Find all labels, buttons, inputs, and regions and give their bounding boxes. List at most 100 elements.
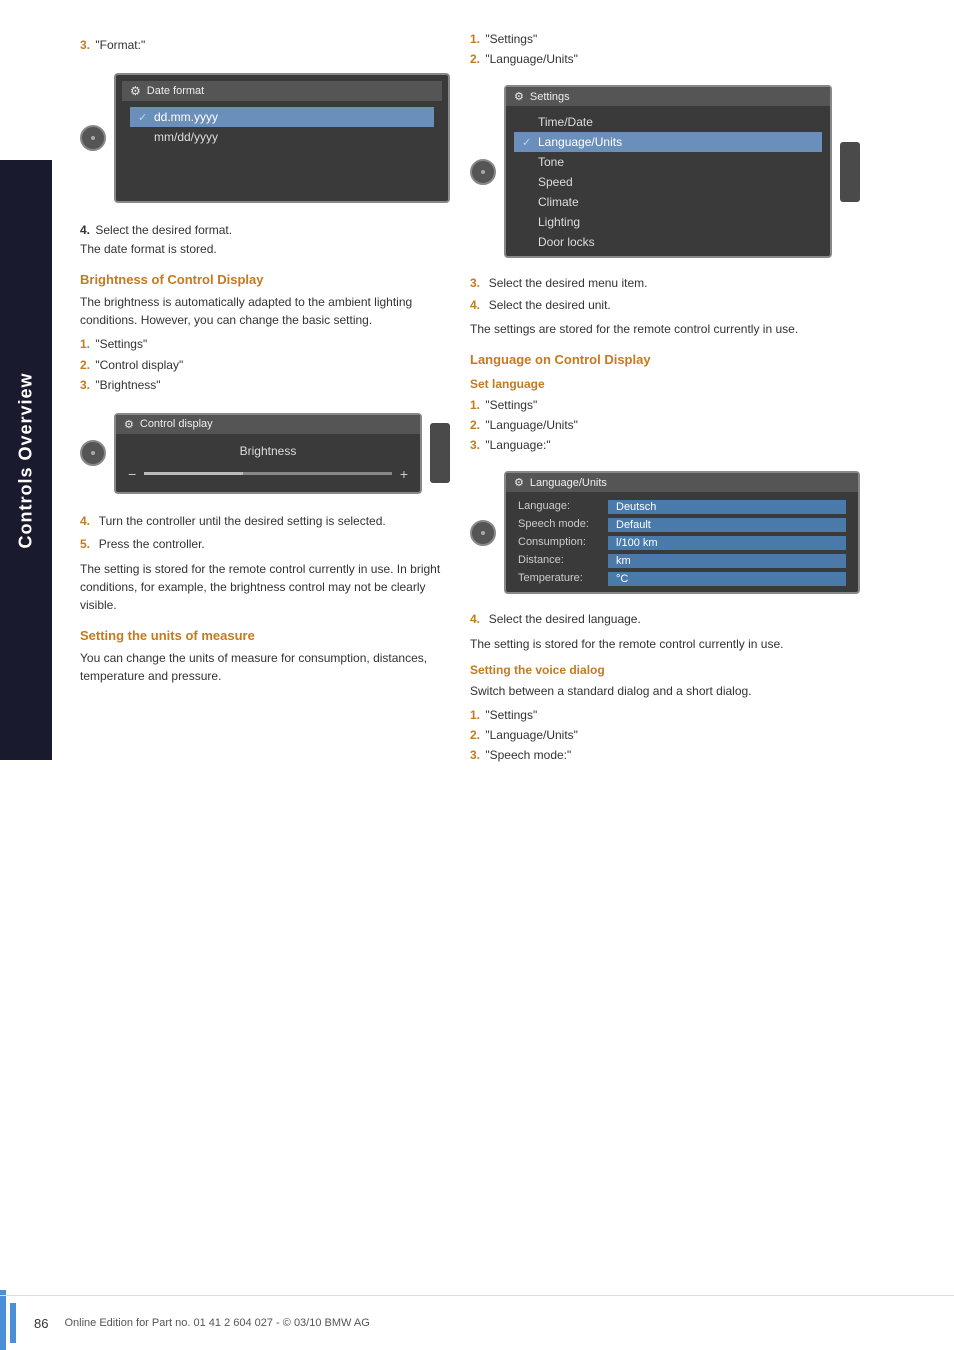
lang-steps: 1. "Settings" 2. "Language/Units" 3. "La…	[470, 396, 860, 456]
date-option-1-text: dd.mm.yyyy	[154, 110, 218, 124]
date-option-2: mm/dd/yyyy	[130, 127, 434, 147]
voice-sub: Setting the voice dialog	[470, 663, 860, 677]
lang-screen-title: Language/Units	[530, 477, 607, 489]
voice-step2: 2. "Language/Units"	[470, 726, 860, 745]
brightness-step5-num: 5.	[80, 537, 90, 551]
right-step3: 3. Select the desired menu item.	[470, 274, 860, 293]
step3-format: 3. "Format:"	[80, 36, 450, 55]
brightness-step1: 1. "Settings"	[80, 335, 450, 354]
voice-steps: 1. "Settings" 2. "Language/Units" 3. "Sp…	[470, 706, 860, 766]
slider-row: − +	[128, 466, 408, 482]
right-step1-num: 1.	[470, 30, 480, 49]
brightness-step2: 2. "Control display"	[80, 356, 450, 375]
knob-left-brightness	[80, 440, 106, 466]
date-format-title: Date format	[147, 85, 204, 97]
control-display-icon: ⚙	[124, 418, 134, 431]
lang-label-speech: Speech mode:	[518, 518, 608, 532]
lang-value-speech: Default	[608, 518, 846, 532]
brightness-header: Brightness of Control Display	[80, 272, 450, 287]
menu-lang-units: ✓Language/Units	[514, 132, 822, 152]
brightness-step1-num: 1.	[80, 335, 90, 354]
date-option-2-text: mm/dd/yyyy	[154, 130, 218, 144]
right-step4-num: 4.	[470, 298, 480, 312]
sidebar-label: Controls Overview	[16, 372, 37, 548]
lang-step3: 3. "Language:"	[470, 436, 860, 455]
lang-value-consumption: l/100 km	[608, 536, 846, 550]
settings-screen: ⚙ Settings Time/Date ✓Language/Units Ton…	[504, 85, 832, 258]
knob-dot-4	[481, 531, 485, 535]
lang-value-distance: km	[608, 554, 846, 568]
brightness-step3-text: "Brightness"	[92, 376, 161, 395]
date-format-title-bar: ⚙ Date format	[122, 81, 442, 101]
slider-plus: +	[400, 466, 408, 482]
lang-label-language: Language:	[518, 500, 608, 514]
knob-dot-3	[481, 170, 485, 174]
brightness-step4-text: Turn the controller until the desired se…	[95, 514, 385, 528]
lang-step4: 4. Select the desired language.	[470, 610, 860, 629]
menu-tone: Tone	[514, 152, 822, 172]
step4-note: The date format is stored.	[80, 240, 450, 258]
right-step1: 1. "Settings"	[470, 30, 860, 49]
right-step1-text: "Settings"	[482, 30, 537, 49]
knob-left	[80, 125, 106, 151]
settings-screen-row: ⚙ Settings Time/Date ✓Language/Units Ton…	[470, 77, 860, 266]
lang-row-distance: Distance: km	[510, 552, 854, 570]
step4-num: 4.	[80, 223, 90, 237]
lang-step1: 1. "Settings"	[470, 396, 860, 415]
page-number: 86	[34, 1316, 48, 1331]
lang-label-distance: Distance:	[518, 554, 608, 568]
step4-format: 4. Select the desired format.	[80, 221, 450, 240]
voice-desc: Switch between a standard dialog and a s…	[470, 682, 860, 700]
brightness-steps: 1. "Settings" 2. "Control display" 3. "B…	[80, 335, 450, 395]
right-step4-text: Select the desired unit.	[485, 298, 610, 312]
lang-label-temp: Temperature:	[518, 572, 608, 586]
brightness-step4: 4. Turn the controller until the desired…	[80, 512, 450, 531]
right-top-steps: 1. "Settings" 2. "Language/Units"	[470, 30, 860, 69]
lang-row-temp: Temperature: °C	[510, 570, 854, 588]
footer: 86 Online Edition for Part no. 01 41 2 6…	[0, 1295, 954, 1350]
brightness-desc: The brightness is automatically adapted …	[80, 293, 450, 329]
right-step3-text: Select the desired menu item.	[485, 276, 647, 290]
date-format-screen: ⚙ Date format ✓ dd.mm.yyyy mm/dd/yyyy	[114, 63, 450, 213]
menu-door-locks: Door locks	[514, 232, 822, 252]
right-column: 1. "Settings" 2. "Language/Units" ⚙ Sett…	[470, 30, 860, 769]
settings-right-btn	[840, 142, 860, 202]
lang-screen-row: ⚙ Language/Units Language: Deutsch Speec…	[470, 463, 860, 602]
lang-label-consumption: Consumption:	[518, 536, 608, 550]
brightness-step3: 3. "Brightness"	[80, 376, 450, 395]
settings-screen-title: Settings	[530, 91, 570, 103]
lang-note: The setting is stored for the remote con…	[470, 635, 860, 653]
brightness-step5-text: Press the controller.	[95, 537, 204, 551]
slider-fill	[144, 472, 243, 475]
right-note: The settings are stored for the remote c…	[470, 320, 860, 338]
brightness-screen-box: ⚙ Control display Brightness − +	[114, 403, 422, 504]
brightness-inner-label: Brightness	[240, 444, 297, 458]
units-desc: You can change the units of measure for …	[80, 649, 450, 685]
slider-minus: −	[128, 466, 136, 482]
step3-text: "Format:"	[95, 38, 145, 52]
lang-value-language: Deutsch	[608, 500, 846, 514]
lang-row-language: Language: Deutsch	[510, 498, 854, 516]
menu-time-date: Time/Date	[514, 112, 822, 132]
knob-dot	[91, 136, 95, 140]
units-header: Setting the units of measure	[80, 628, 450, 643]
sidebar: Controls Overview	[0, 160, 52, 760]
menu-lighting: Lighting	[514, 212, 822, 232]
settings-screen-box: ⚙ Settings Time/Date ✓Language/Units Ton…	[504, 77, 832, 266]
footer-text: Online Edition for Part no. 01 41 2 604 …	[64, 1317, 369, 1329]
date-format-body: ✓ dd.mm.yyyy mm/dd/yyyy	[122, 103, 442, 151]
menu-climate: Climate	[514, 192, 822, 212]
step4-text: Select the desired format.	[95, 223, 232, 237]
brightness-title: ⚙ Control display	[116, 415, 420, 434]
right-btn	[430, 423, 450, 483]
right-step3-num: 3.	[470, 276, 480, 290]
set-language-sub: Set language	[470, 377, 860, 391]
right-step4: 4. Select the desired unit.	[470, 296, 860, 315]
slider-track	[144, 472, 392, 475]
brightness-screen-row: ⚙ Control display Brightness − +	[80, 403, 450, 504]
settings-screen-icon: ⚙	[514, 90, 524, 103]
knob-left-lang	[470, 520, 496, 546]
brightness-screen: ⚙ Control display Brightness − +	[114, 413, 422, 494]
settings-menu: Time/Date ✓Language/Units Tone Speed Cli	[506, 108, 830, 256]
brightness-note: The setting is stored for the remote con…	[80, 560, 450, 614]
